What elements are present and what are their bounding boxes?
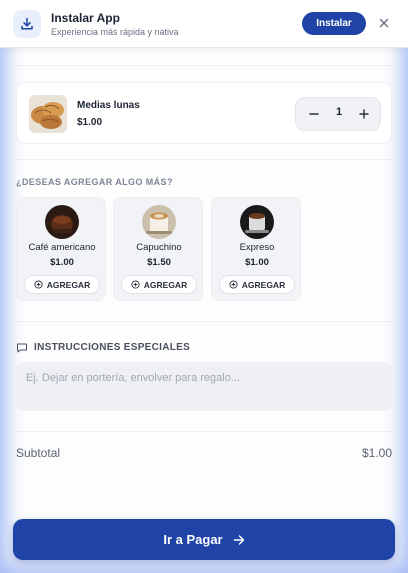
upsell-item-price: $1.00 [50, 257, 74, 268]
checkout-button[interactable]: Ir a Pagar [13, 519, 395, 560]
upsell-item-name: Capuchino [136, 242, 182, 253]
checkout-label: Ir a Pagar [163, 532, 223, 547]
install-banner: Instalar App Experiencia más rápida y na… [0, 0, 408, 48]
minus-icon[interactable] [302, 102, 326, 126]
upsell-heading: ¿DESEAS AGREGAR ALGO MÁS? [16, 177, 173, 187]
install-title: Instalar App [51, 11, 120, 25]
cart-item: Medias lunas $1.00 1 [16, 82, 392, 144]
instructions-input[interactable] [16, 362, 392, 411]
add-button[interactable]: AGREGAR [219, 275, 295, 294]
divider [16, 65, 392, 66]
upsell-item-name: Café americano [28, 242, 96, 253]
arrow-right-icon [233, 534, 244, 545]
upsell-card-capuchino: Capuchino $1.50 AGREGAR [113, 197, 203, 301]
product-image [142, 205, 176, 239]
add-button[interactable]: AGREGAR [24, 275, 100, 294]
subtotal-label: Subtotal [16, 446, 61, 460]
upsell-item-name: Expreso [239, 242, 275, 253]
product-image [240, 205, 274, 239]
chat-icon [17, 343, 27, 353]
divider [16, 321, 392, 322]
app-frame: Instalar App Experiencia más rápida y na… [0, 0, 408, 573]
product-name: Medias lunas [77, 100, 140, 111]
add-circle-icon [131, 280, 140, 289]
add-button-label: AGREGAR [143, 279, 188, 290]
install-button[interactable]: Instalar [302, 12, 366, 35]
divider [16, 159, 392, 160]
product-image [29, 95, 67, 133]
add-circle-icon [229, 280, 238, 289]
instructions-heading: INSTRUCCIONES ESPECIALES [34, 342, 191, 353]
install-subtitle: Experiencia más rápida y nativa [51, 27, 179, 37]
upsell-item-price: $1.00 [245, 257, 269, 268]
download-icon [13, 10, 41, 38]
plus-icon[interactable] [352, 102, 376, 126]
product-image [45, 205, 79, 239]
close-icon[interactable] [376, 15, 392, 31]
subtotal-value: $1.00 [361, 446, 392, 460]
product-price: $1.00 [77, 117, 103, 128]
add-button-label: AGREGAR [46, 279, 91, 290]
upsell-card-expreso: Expreso $1.00 AGREGAR [211, 197, 301, 301]
add-circle-icon [34, 280, 43, 289]
divider [16, 431, 392, 432]
quantity-value: 1 [335, 106, 343, 118]
add-button[interactable]: AGREGAR [121, 275, 197, 294]
add-button-label: AGREGAR [241, 279, 286, 290]
upsell-card-cafe-americano: Café americano $1.00 AGREGAR [16, 197, 106, 301]
upsell-item-price: $1.50 [147, 257, 171, 268]
quantity-stepper: 1 [295, 97, 381, 131]
